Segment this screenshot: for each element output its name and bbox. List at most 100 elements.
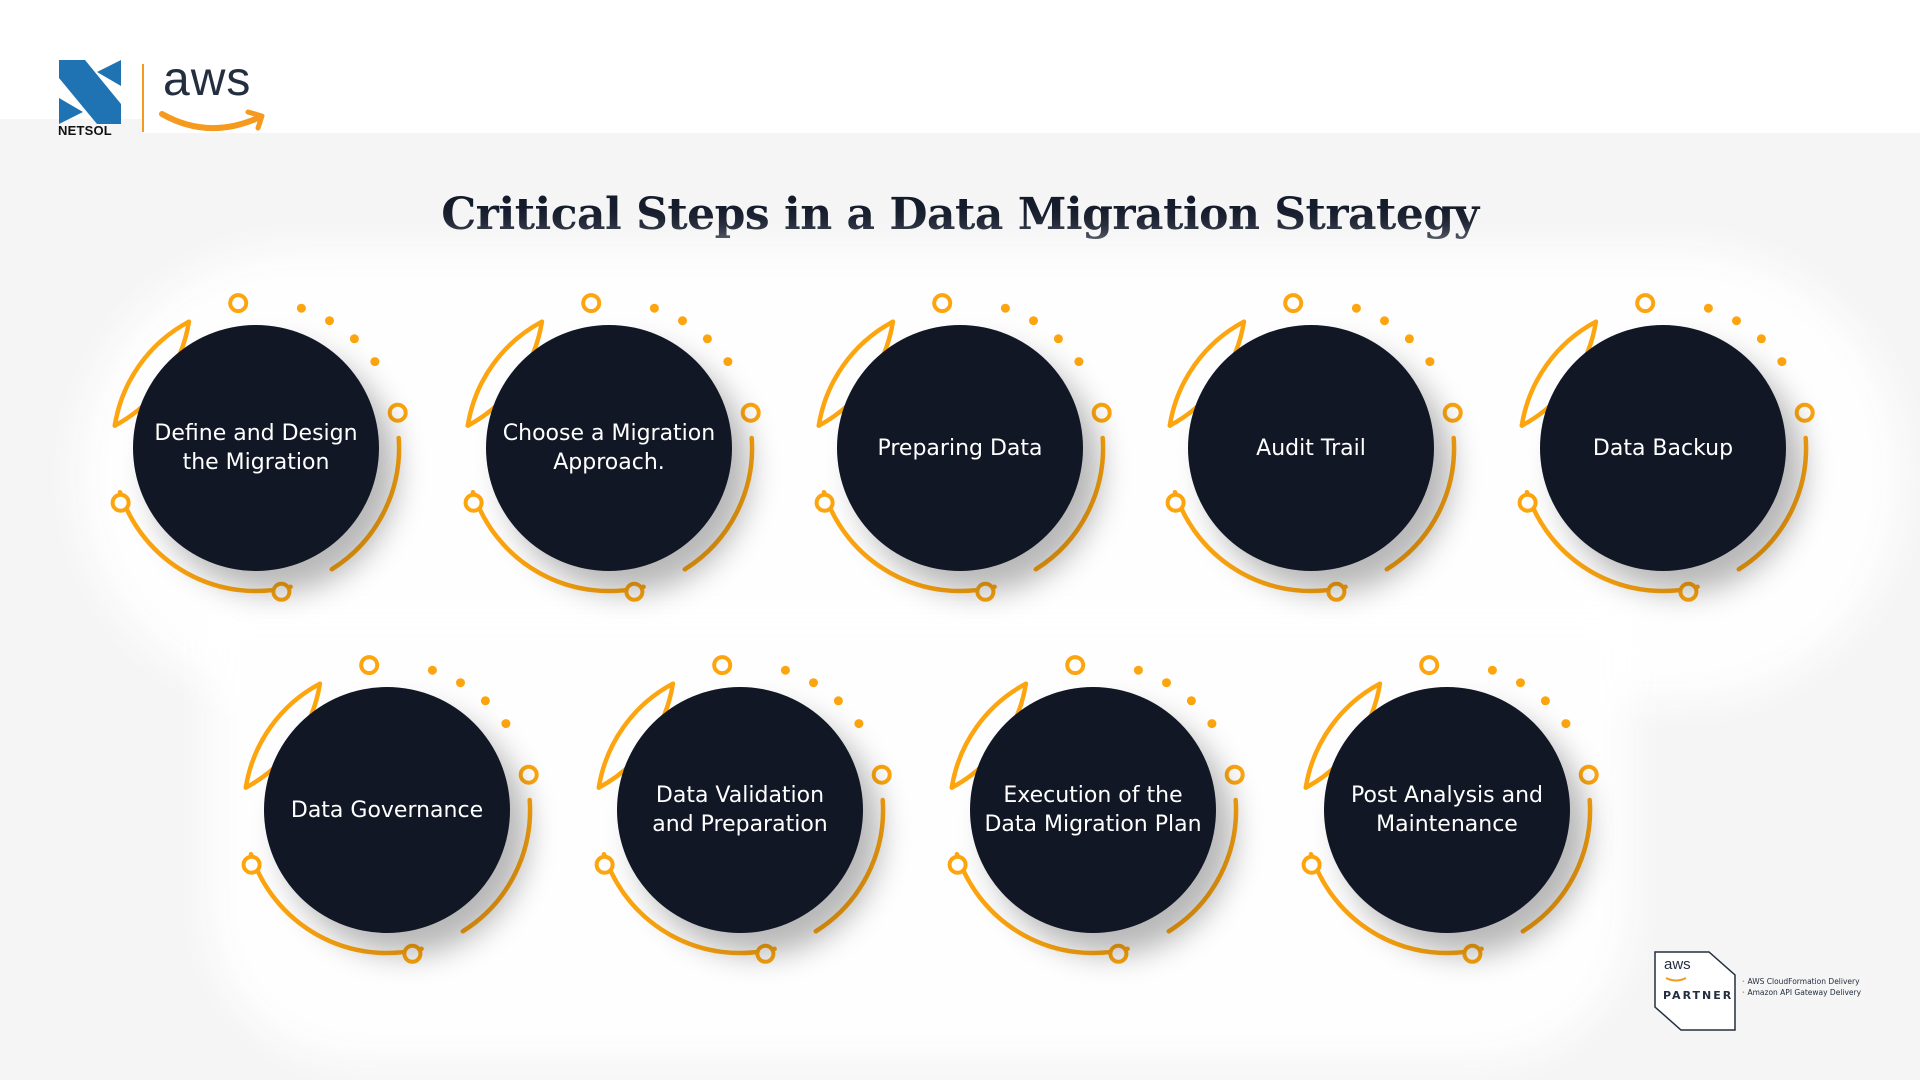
- decor-dot: [1000, 303, 1010, 313]
- decor-dot: [1516, 678, 1525, 688]
- decor-ring: [1635, 293, 1656, 314]
- decor-ring: [814, 492, 835, 513]
- decor-dot: [456, 678, 465, 688]
- decor-dot: [702, 334, 712, 344]
- step-label: Preparing Data: [877, 435, 1043, 461]
- partner-label: PARTNER: [1663, 989, 1734, 1002]
- step-card: Post Analysis and Maintenance: [1287, 650, 1607, 970]
- decor-dot: [1074, 357, 1084, 367]
- decor-dot: [480, 696, 490, 706]
- decor-ring: [1065, 655, 1086, 676]
- decor-ring: [1108, 943, 1129, 964]
- decor-ring: [947, 854, 968, 875]
- decor-dot: [427, 665, 437, 675]
- decor-ring: [271, 581, 292, 602]
- decor-ring: [110, 492, 131, 513]
- decor-ring: [712, 655, 733, 676]
- decor-dot: [370, 357, 380, 367]
- decor-dot: [1029, 316, 1038, 326]
- decor-ring: [871, 764, 892, 785]
- step-label: Define and Design the Migration: [154, 421, 358, 475]
- decor-ring: [1326, 581, 1347, 602]
- step-disc: Preparing Data: [837, 325, 1083, 571]
- partner-competency: Amazon API Gateway Delivery: [1742, 987, 1861, 998]
- decor-dot: [833, 696, 843, 706]
- decor-dot: [809, 678, 818, 688]
- partner-competencies: AWS CloudFormation Delivery Amazon API G…: [1742, 976, 1861, 998]
- step-label: Choose a Migration Approach.: [502, 421, 716, 475]
- decor-ring: [932, 293, 953, 314]
- decor-ring: [975, 581, 996, 602]
- decor-dot: [780, 665, 790, 675]
- step-disc: Data Governance: [264, 687, 510, 933]
- partner-aws-logo: aws: [1664, 956, 1691, 973]
- decor-dot: [1487, 665, 1497, 675]
- step-card: Choose a Migration Approach.: [449, 288, 769, 608]
- decor-dot: [1133, 665, 1143, 675]
- step-label: Post Analysis and Maintenance: [1350, 783, 1544, 837]
- step-card: Data Backup: [1503, 288, 1823, 608]
- decor-dot: [349, 334, 359, 344]
- decor-ring: [740, 402, 761, 423]
- decor-dot: [1404, 334, 1414, 344]
- decor-dot: [1756, 334, 1766, 344]
- step-label: Execution of the Data Migration Plan: [984, 783, 1202, 837]
- decor-ring: [581, 293, 602, 314]
- step-card: Audit Trail: [1151, 288, 1471, 608]
- decor-dot: [1053, 334, 1063, 344]
- decor-ring: [1678, 581, 1699, 602]
- step-disc: Define and Design the Migration: [133, 325, 379, 571]
- decor-dot: [325, 316, 334, 326]
- step-disc: Audit Trail: [1188, 325, 1434, 571]
- decor-ring: [1301, 854, 1322, 875]
- decor-dot: [1732, 316, 1741, 326]
- step-disc: Data Backup: [1540, 325, 1786, 571]
- decor-ring: [1091, 402, 1112, 423]
- decor-ring: [1517, 492, 1538, 513]
- decor-ring: [228, 293, 249, 314]
- step-card: Preparing Data: [800, 288, 1120, 608]
- step-label: Data Governance: [290, 797, 484, 823]
- decor-ring: [463, 492, 484, 513]
- decor-ring: [241, 854, 262, 875]
- decor-ring: [402, 943, 423, 964]
- decor-ring: [1419, 655, 1440, 676]
- decor-dot: [1703, 303, 1713, 313]
- partner-competency: AWS CloudFormation Delivery: [1742, 976, 1861, 987]
- decor-ring: [359, 655, 380, 676]
- decor-dot: [1425, 357, 1435, 367]
- decor-dot: [1561, 719, 1571, 729]
- decor-dot: [1207, 719, 1217, 729]
- decor-ring: [755, 943, 776, 964]
- decor-dot: [296, 303, 306, 313]
- decor-ring: [387, 402, 408, 423]
- decor-dot: [1351, 303, 1361, 313]
- step-label: Data Validation and Preparation: [652, 783, 828, 837]
- decor-dot: [1162, 678, 1171, 688]
- step-label: Audit Trail: [1256, 435, 1366, 461]
- decor-dot: [678, 316, 687, 326]
- step-card: Define and Design the Migration: [96, 288, 416, 608]
- step-card: Data Validation and Preparation: [580, 650, 900, 970]
- decor-ring: [1224, 764, 1245, 785]
- step-label: Data Backup: [1592, 435, 1734, 461]
- decor-ring: [1578, 764, 1599, 785]
- decor-dot: [1380, 316, 1389, 326]
- decor-dot: [723, 357, 733, 367]
- decor-ring: [518, 764, 539, 785]
- steps-grid: Define and Design the Migration Choose a…: [0, 0, 1920, 1080]
- decor-dot: [1540, 696, 1550, 706]
- step-disc: Post Analysis and Maintenance: [1324, 687, 1570, 933]
- step-disc: Execution of the Data Migration Plan: [970, 687, 1216, 933]
- decor-dot: [1777, 357, 1787, 367]
- step-disc: Data Validation and Preparation: [617, 687, 863, 933]
- decor-ring: [624, 581, 645, 602]
- decor-dot: [501, 719, 511, 729]
- decor-ring: [1462, 943, 1483, 964]
- decor-dot: [649, 303, 659, 313]
- decor-ring: [1283, 293, 1304, 314]
- decor-dot: [854, 719, 864, 729]
- decor-ring: [594, 854, 615, 875]
- decor-ring: [1165, 492, 1186, 513]
- step-card: Execution of the Data Migration Plan: [933, 650, 1253, 970]
